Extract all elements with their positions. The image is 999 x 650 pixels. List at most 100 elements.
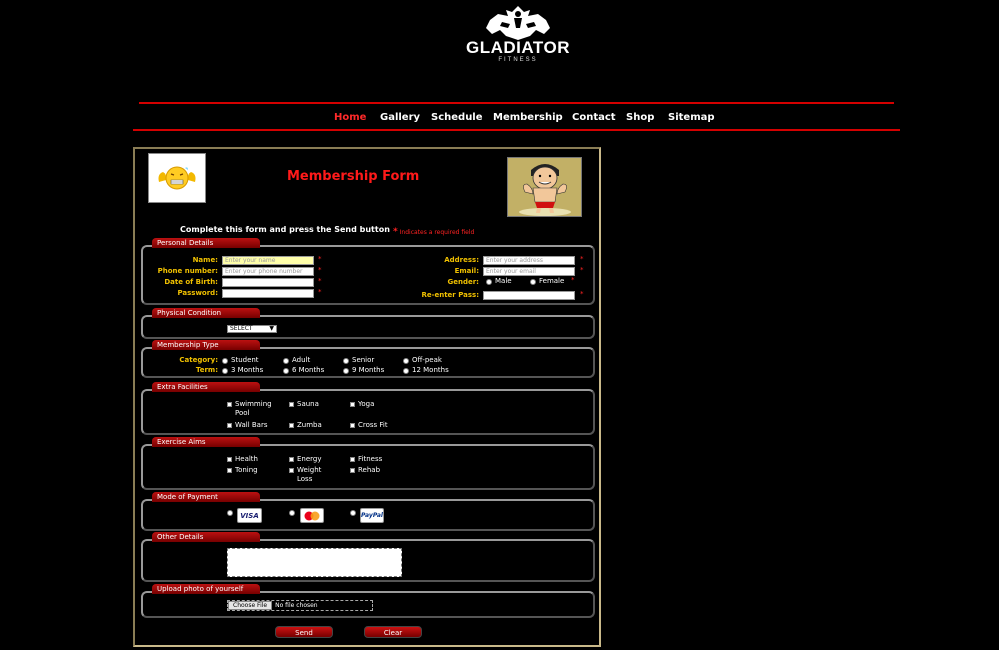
email-label: Email: bbox=[454, 267, 479, 275]
password-label: Password: bbox=[177, 289, 218, 297]
payment-mastercard-radio[interactable] bbox=[289, 510, 295, 516]
term-6-months-radio[interactable] bbox=[283, 368, 289, 374]
phone-input[interactable]: Enter your phone number bbox=[222, 267, 314, 276]
file-status: No file chosen bbox=[275, 602, 318, 609]
membership-type-fieldset: Membership Type Category: Student Adult … bbox=[141, 340, 595, 378]
aim-toning-checkbox[interactable] bbox=[227, 468, 232, 473]
facility-crossfit-checkbox[interactable] bbox=[350, 423, 355, 428]
bodybuilder-cartoon-icon bbox=[518, 164, 571, 216]
aim-toning-label: Toning bbox=[235, 466, 258, 474]
choose-file-button[interactable]: Choose File bbox=[228, 601, 273, 610]
other-details-textarea[interactable] bbox=[227, 548, 402, 577]
upload-legend: Upload photo of yourself bbox=[152, 584, 260, 594]
email-input[interactable]: Enter your email bbox=[483, 267, 575, 276]
category-student-label: Student bbox=[231, 356, 259, 364]
gender-female-label: Female bbox=[539, 277, 565, 285]
category-adult-radio[interactable] bbox=[283, 358, 289, 364]
aim-health-checkbox[interactable] bbox=[227, 457, 232, 462]
aim-rehab-checkbox[interactable] bbox=[350, 468, 355, 473]
facility-yoga-label: Yoga bbox=[358, 400, 375, 408]
facility-sauna-checkbox[interactable] bbox=[289, 402, 294, 407]
aim-fitness-label: Fitness bbox=[358, 455, 383, 463]
flexing-emoji-icon bbox=[158, 166, 196, 190]
membership-type-legend: Membership Type bbox=[152, 340, 260, 350]
membership-form: Membership Form Complete this form and p… bbox=[133, 147, 601, 647]
upload-fieldset: Upload photo of yourself Choose File No f… bbox=[141, 584, 595, 618]
category-senior-label: Senior bbox=[352, 356, 375, 364]
dob-label: Date of Birth: bbox=[164, 278, 218, 286]
term-label: Term: bbox=[195, 366, 218, 374]
photo-file-input[interactable]: Choose File No file chosen bbox=[227, 600, 373, 611]
term-12-months-radio[interactable] bbox=[403, 368, 409, 374]
nav-sitemap[interactable]: Sitemap bbox=[668, 112, 715, 123]
aim-weightloss-checkbox[interactable] bbox=[289, 468, 294, 473]
flexing-emoji-image bbox=[148, 153, 206, 203]
name-label: Name: bbox=[192, 256, 218, 264]
address-label: Address: bbox=[444, 256, 479, 264]
category-offpeak-label: Off-peak bbox=[412, 356, 442, 364]
exercise-aims-legend: Exercise Aims bbox=[152, 437, 260, 447]
category-offpeak-radio[interactable] bbox=[403, 358, 409, 364]
gender-male-radio[interactable] bbox=[486, 279, 492, 285]
nav-schedule[interactable]: Schedule bbox=[431, 112, 483, 123]
physical-condition-fieldset: Physical Condition SELECT ▼ bbox=[141, 308, 595, 339]
term-3-months-label: 3 Months bbox=[231, 366, 264, 374]
send-button[interactable]: Send bbox=[275, 626, 333, 638]
gender-required-star: * bbox=[571, 276, 575, 284]
physical-condition-legend: Physical Condition bbox=[152, 308, 260, 318]
facility-wallbars-label: Wall Bars bbox=[235, 421, 268, 429]
header-divider-top bbox=[139, 102, 894, 104]
aim-weightloss-label: Weight bbox=[297, 466, 322, 474]
reenter-required-star: * bbox=[580, 290, 584, 298]
facility-swimming-label-line2: Pool bbox=[235, 409, 250, 417]
gender-female-radio[interactable] bbox=[530, 279, 536, 285]
nav-membership[interactable]: Membership bbox=[493, 112, 563, 123]
address-input[interactable]: Enter your address bbox=[483, 256, 575, 265]
reenter-password-input[interactable] bbox=[483, 291, 575, 300]
clear-button[interactable]: Clear bbox=[364, 626, 422, 638]
email-required-star: * bbox=[580, 266, 584, 274]
payment-visa-radio[interactable] bbox=[227, 510, 233, 516]
brand-logo[interactable]: GLADIATOR FITNESS bbox=[462, 4, 574, 70]
physical-condition-value: SELECT bbox=[230, 325, 253, 332]
visa-icon: VISA bbox=[237, 508, 262, 523]
nav-contact[interactable]: Contact bbox=[572, 112, 616, 123]
nav-shop[interactable]: Shop bbox=[626, 112, 654, 123]
dob-input[interactable] bbox=[222, 278, 314, 287]
physical-condition-select[interactable]: SELECT ▼ bbox=[227, 325, 277, 333]
term-9-months-radio[interactable] bbox=[343, 368, 349, 374]
form-instruction: Complete this form and press the Send bu… bbox=[180, 225, 390, 234]
header-divider-bottom bbox=[133, 129, 900, 131]
aim-energy-checkbox[interactable] bbox=[289, 457, 294, 462]
gender-male-label: Male bbox=[495, 277, 512, 285]
brand-name: GLADIATOR bbox=[466, 38, 570, 57]
facility-zumba-checkbox[interactable] bbox=[289, 423, 294, 428]
phone-required-star: * bbox=[318, 266, 322, 274]
term-9-months-label: 9 Months bbox=[352, 366, 385, 374]
password-input[interactable] bbox=[222, 289, 314, 298]
category-student-radio[interactable] bbox=[222, 358, 228, 364]
gladiator-emblem-icon bbox=[486, 6, 550, 40]
phone-label: Phone number: bbox=[157, 267, 218, 275]
facility-wallbars-checkbox[interactable] bbox=[227, 423, 232, 428]
nav-gallery[interactable]: Gallery bbox=[380, 112, 420, 123]
aim-health-label: Health bbox=[235, 455, 258, 463]
exercise-aims-fieldset: Exercise Aims Health Energy Fitness Toni… bbox=[141, 437, 595, 490]
category-senior-radio[interactable] bbox=[343, 358, 349, 364]
nav-home[interactable]: Home bbox=[334, 112, 366, 123]
main-nav: Home Gallery Schedule Membership Contact… bbox=[0, 112, 999, 126]
personal-details-legend: Personal Details bbox=[152, 238, 260, 248]
aim-fitness-checkbox[interactable] bbox=[350, 457, 355, 462]
payment-paypal-radio[interactable] bbox=[350, 510, 356, 516]
aim-energy-label: Energy bbox=[297, 455, 322, 463]
brand-tagline: FITNESS bbox=[498, 57, 538, 63]
facility-swimming-checkbox[interactable] bbox=[227, 402, 232, 407]
dob-required-star: * bbox=[318, 277, 322, 285]
reenter-password-label: Re-enter Pass: bbox=[421, 291, 479, 299]
term-6-months-label: 6 Months bbox=[292, 366, 325, 374]
term-3-months-radio[interactable] bbox=[222, 368, 228, 374]
facility-crossfit-label: Cross Fit bbox=[358, 421, 388, 429]
name-input[interactable]: Enter your name bbox=[222, 256, 314, 265]
facility-yoga-checkbox[interactable] bbox=[350, 402, 355, 407]
facility-swimming-label: Swimming bbox=[235, 400, 272, 408]
